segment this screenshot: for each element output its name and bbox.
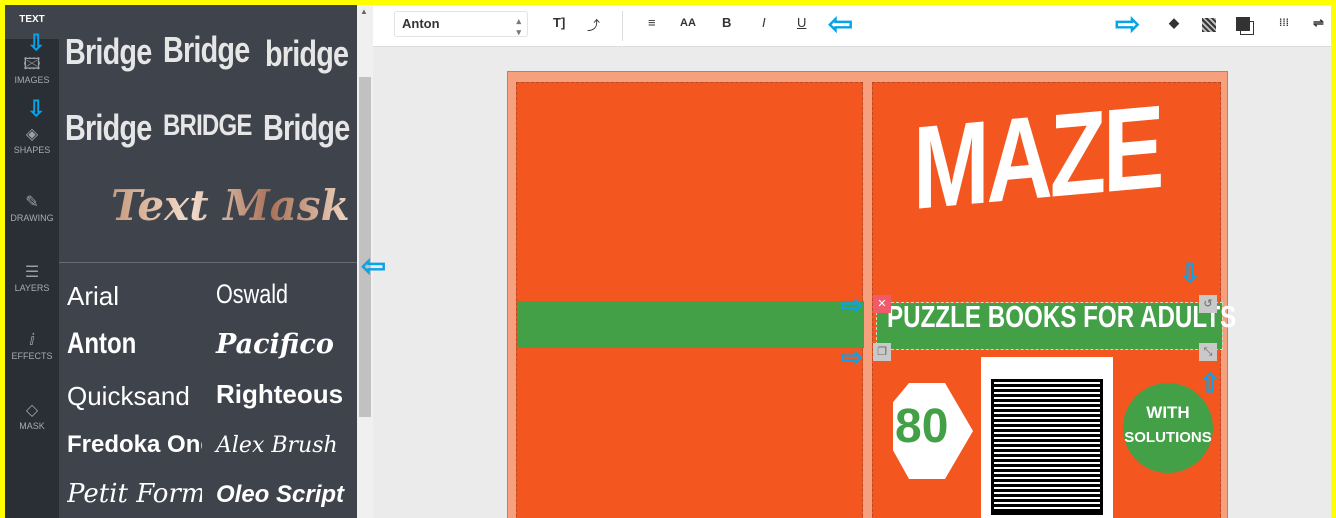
font-option-pacifico[interactable]: Pacifico (216, 329, 334, 360)
effects-icon: ⅈ (29, 332, 35, 349)
maze-grid (991, 379, 1103, 515)
duplicate-handle-icon[interactable]: ❐ (873, 343, 891, 361)
bold-button[interactable]: B (722, 15, 731, 30)
align-button[interactable]: ≡ (648, 15, 656, 30)
cover-title[interactable]: MAZE (913, 79, 1161, 237)
back-cover-page[interactable] (516, 82, 864, 518)
layers-icon: ☰ (24, 264, 40, 281)
scrollbar-thumb[interactable] (359, 77, 371, 417)
text-style-option[interactable]: Bridge (65, 31, 152, 73)
text-mask-option[interactable]: Text Mask (111, 181, 350, 230)
font-option-petit-formal[interactable]: Petit Formal (67, 479, 202, 509)
pattern-icon[interactable] (1202, 18, 1216, 32)
fill-color-icon[interactable]: ◆ (1169, 15, 1179, 31)
toolbar: Anton ▴ ▾ T] ⤴ ≡ AA B I U ⇦ ⇨ ◆ ⁞⁞⁞ ⇌ (373, 5, 1331, 47)
annotation-arrow-right: ⇨ (841, 290, 863, 320)
rotate-handle-icon[interactable]: ↺ (1199, 295, 1217, 313)
diamond-icon: ◈ (25, 126, 39, 143)
annotation-arrow-down: ⇩ (27, 30, 46, 55)
text-style-option[interactable]: Bridge (65, 107, 152, 149)
curve-text-icon[interactable]: ⤴ (587, 15, 600, 34)
text-style-option[interactable]: BRIDGE (163, 109, 252, 143)
panel-divider (59, 262, 357, 263)
italic-button[interactable]: I (762, 15, 766, 30)
font-option-quicksand[interactable]: Quicksand (67, 381, 190, 412)
front-cover-page[interactable]: MAZE PUZZLE BOOKS FOR ADULTS ✕ ❐ ↺ ⤡ 80 … (872, 79, 1236, 518)
adjust-icon[interactable]: ⇌ (1313, 15, 1324, 31)
font-option-anton[interactable]: Anton (67, 327, 136, 361)
book-cover-canvas[interactable]: MAZE PUZZLE BOOKS FOR ADULTS ✕ ❐ ↺ ⤡ 80 … (507, 71, 1236, 518)
font-option-alex-brush[interactable]: Alex Brush (216, 433, 338, 458)
sidebar-item-drawing[interactable]: ✎ DRAWING (5, 193, 59, 223)
image-icon: 🖾 (23, 56, 41, 73)
font-option-arial[interactable]: Arial (67, 281, 119, 312)
font-size-button[interactable]: AA (680, 17, 696, 29)
underline-button[interactable]: U (797, 15, 806, 30)
toolbar-divider (622, 11, 623, 41)
font-option-oleo-script[interactable]: Oleo Script (216, 481, 356, 509)
sidebar-item-mask[interactable]: ◇ MASK (5, 401, 59, 431)
cover-subtitle[interactable]: PUZZLE BOOKS FOR ADULTS (887, 299, 1236, 335)
maze-image[interactable] (981, 357, 1113, 518)
sidebar-item-layers[interactable]: ☰ LAYERS (5, 263, 59, 293)
select-arrows-icon: ▴ ▾ (516, 16, 521, 37)
mask-icon: ◇ (25, 402, 39, 419)
delete-handle-icon[interactable]: ✕ (873, 295, 891, 313)
font-option-oswald[interactable]: Oswald (216, 279, 288, 310)
sidebar-item-effects[interactable]: ⅈ EFFECTS (5, 331, 59, 361)
resize-handle-icon[interactable]: ⤡ (1199, 343, 1217, 361)
text-style-option[interactable]: Bridge (163, 29, 250, 71)
sidebar-item-shapes[interactable]: ◈ SHAPES (5, 125, 59, 155)
sidebar-rail: TEXT 🖾 IMAGES ◈ SHAPES ✎ DRAWING ☰ LAYERS ⅈE… (5, 5, 59, 518)
text-box-icon[interactable]: T] (553, 15, 565, 30)
sidebar-item-images[interactable]: 🖾 IMAGES (5, 55, 59, 85)
pencil-icon: ✎ (25, 194, 39, 211)
annotation-arrow-down: ⇩ (1179, 258, 1201, 288)
text-panel: Bridge Bridge bridge Bridge BRIDGE Bridg… (59, 5, 357, 518)
grid-icon[interactable]: ⁞⁞⁞ (1279, 18, 1289, 29)
text-style-option[interactable]: Bridge (263, 107, 350, 149)
annotation-arrow-right: ⇨ (1115, 8, 1141, 41)
annotation-arrow-left: ⇦ (828, 8, 854, 41)
editor-app: TEXT 🖾 IMAGES ◈ SHAPES ✎ DRAWING ☰ LAYERS ⅈE… (5, 5, 1331, 518)
subtitle-textbox-selected[interactable]: PUZZLE BOOKS FOR ADULTS (876, 299, 1236, 350)
annotation-arrow-right: ⇨ (841, 342, 863, 372)
layer-order-icon[interactable] (1236, 17, 1250, 31)
green-band[interactable] (517, 301, 864, 348)
annotation-arrow-down: ⇩ (27, 96, 46, 121)
font-option-fredoka[interactable]: Fredoka One (67, 431, 202, 459)
annotation-arrow-up: ⇧ (1199, 368, 1221, 398)
scroll-up-icon[interactable]: ▲ (360, 7, 368, 16)
count-badge[interactable]: 80 (893, 383, 973, 479)
text-style-option[interactable]: bridge (265, 33, 349, 75)
font-option-righteous[interactable]: Righteous (216, 379, 343, 410)
font-select[interactable]: Anton ▴ ▾ (394, 11, 528, 37)
annotation-arrow-left: ⇦ (361, 250, 387, 283)
